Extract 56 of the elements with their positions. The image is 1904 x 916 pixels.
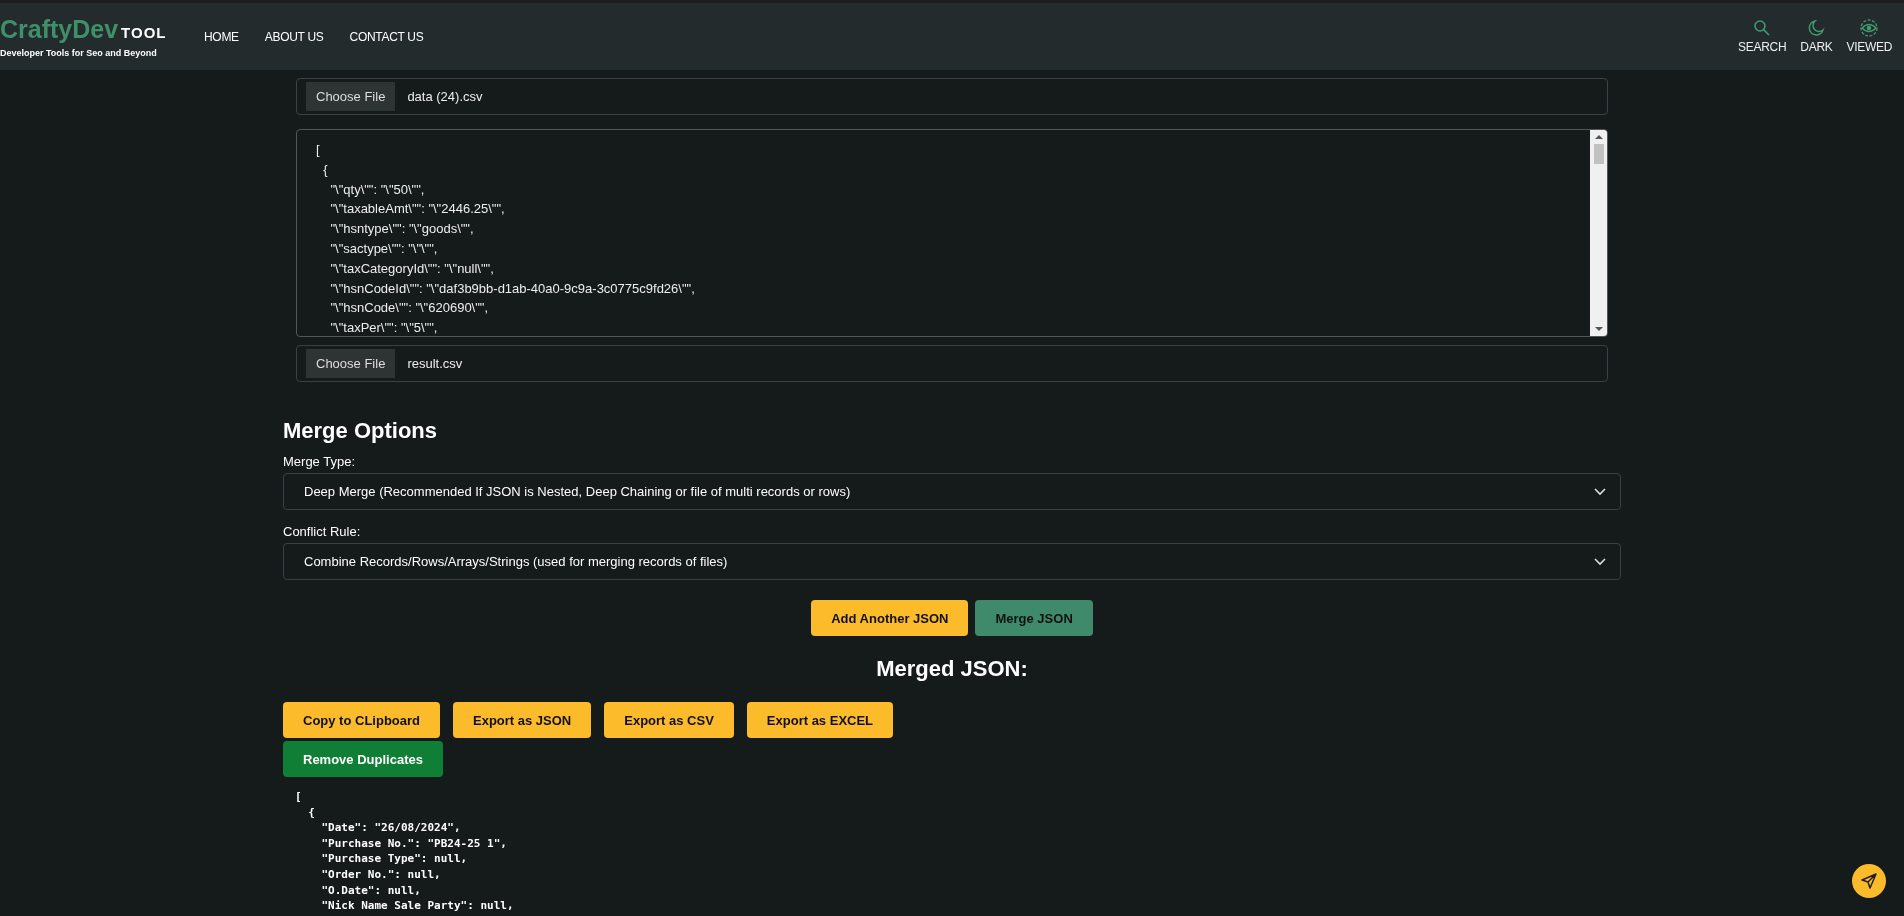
send-button[interactable] <box>1852 864 1886 898</box>
dropdown[interactable]: Combine Records/Rows/Arrays/Strings (used for merging records of files) <box>283 543 1621 580</box>
code-line: "\"hsntype\"": "\"goods\"", <box>329 220 475 239</box>
nav-link[interactable]: ABOUT US <box>264 29 324 44</box>
field-label: Conflict Rule: <box>283 524 362 539</box>
code-line: "\"qty\"": "\"50\"", <box>329 180 426 199</box>
output-code-line: "O.Date": null, <box>320 882 422 899</box>
output-code-line: "Order No.": null, <box>320 866 442 883</box>
dropdown[interactable]: Deep Merge (Recommended If JSON is Nested, Deep Chaining or file of multi records or rows) <box>283 473 1621 510</box>
action-button[interactable]: Add Another JSON <box>811 600 969 636</box>
nav-link[interactable]: CONTACT US <box>349 29 424 44</box>
paper-plane-icon <box>1860 872 1878 890</box>
choose-file-button[interactable]: Choose File <box>306 349 396 378</box>
chevron-down-icon <box>1594 487 1606 496</box>
export-button[interactable]: Copy to CLipboard <box>283 702 440 738</box>
code-line: "\"hsnCodeId\"": "\"daf3b9bb-d1ab-40a0-9c9a-3c0775c9fd26\"", <box>329 279 696 298</box>
export-button[interactable]: Export as JSON <box>453 702 592 738</box>
nav-link[interactable]: HOME <box>204 29 239 44</box>
code-line: { <box>322 160 329 179</box>
export-button[interactable]: Export as CSV <box>604 702 734 738</box>
code-line: [ <box>316 141 321 159</box>
search-icon <box>1753 19 1772 37</box>
output-code-line: [ <box>295 789 303 805</box>
export-button[interactable]: Remove Duplicates <box>283 741 443 777</box>
output-code-line: "Nick Name Sale Party": null, <box>320 898 515 914</box>
output-code-line: "Date": "26/08/2024", <box>320 820 462 836</box>
moon-icon <box>1807 19 1826 37</box>
file-name: result.csv <box>407 356 463 371</box>
code-line: "\"taxCategoryId\"": "\"null\"", <box>329 259 495 278</box>
header-action-button[interactable]: VIEWED <box>1846 19 1892 54</box>
section-heading: Merged JSON: <box>875 656 1029 682</box>
output-code-line: "Purchase Type": null, <box>320 851 469 867</box>
file-input[interactable]: Choose File data (24).csv <box>296 78 1608 115</box>
field-label: Merge Type: <box>283 454 357 469</box>
code-line: "\"taxableAmt\"": "\"2446.25\"", <box>329 200 506 219</box>
file-name: data (24).csv <box>407 89 483 104</box>
header-action-button[interactable]: SEARCH <box>1738 19 1787 54</box>
section-heading: Merge Options <box>283 418 438 444</box>
json-text-area[interactable] <box>296 129 1608 337</box>
choose-file-button[interactable]: Choose File <box>306 82 396 111</box>
logo-suffix: TOOL <box>121 24 167 41</box>
output-code-line: { <box>307 804 316 821</box>
export-button[interactable]: Export as EXCEL <box>746 702 894 738</box>
header-action-button[interactable]: DARK <box>1800 19 1833 54</box>
code-line: "\"hsnCode\"": "\"620690\"", <box>329 299 490 318</box>
logo-text[interactable]: CraftyDev <box>0 15 119 44</box>
eye-icon <box>1859 19 1880 37</box>
tagline: Developer Tools for Seo and Beyond <box>0 48 158 58</box>
scrollbar-thumb[interactable] <box>1593 144 1604 164</box>
code-line: "\"taxPer\"": "\"5\"", <box>329 319 439 336</box>
file-input[interactable]: Choose File result.csv <box>296 345 1608 382</box>
action-button[interactable]: Merge JSON <box>975 600 1093 636</box>
chevron-down-icon <box>1594 557 1606 566</box>
code-line: "\"sactype\"": "\"\"", <box>329 240 439 258</box>
scrollbar[interactable] <box>1590 130 1607 336</box>
output-code-line: "Purchase No.": "PB24-25 1", <box>320 835 508 852</box>
